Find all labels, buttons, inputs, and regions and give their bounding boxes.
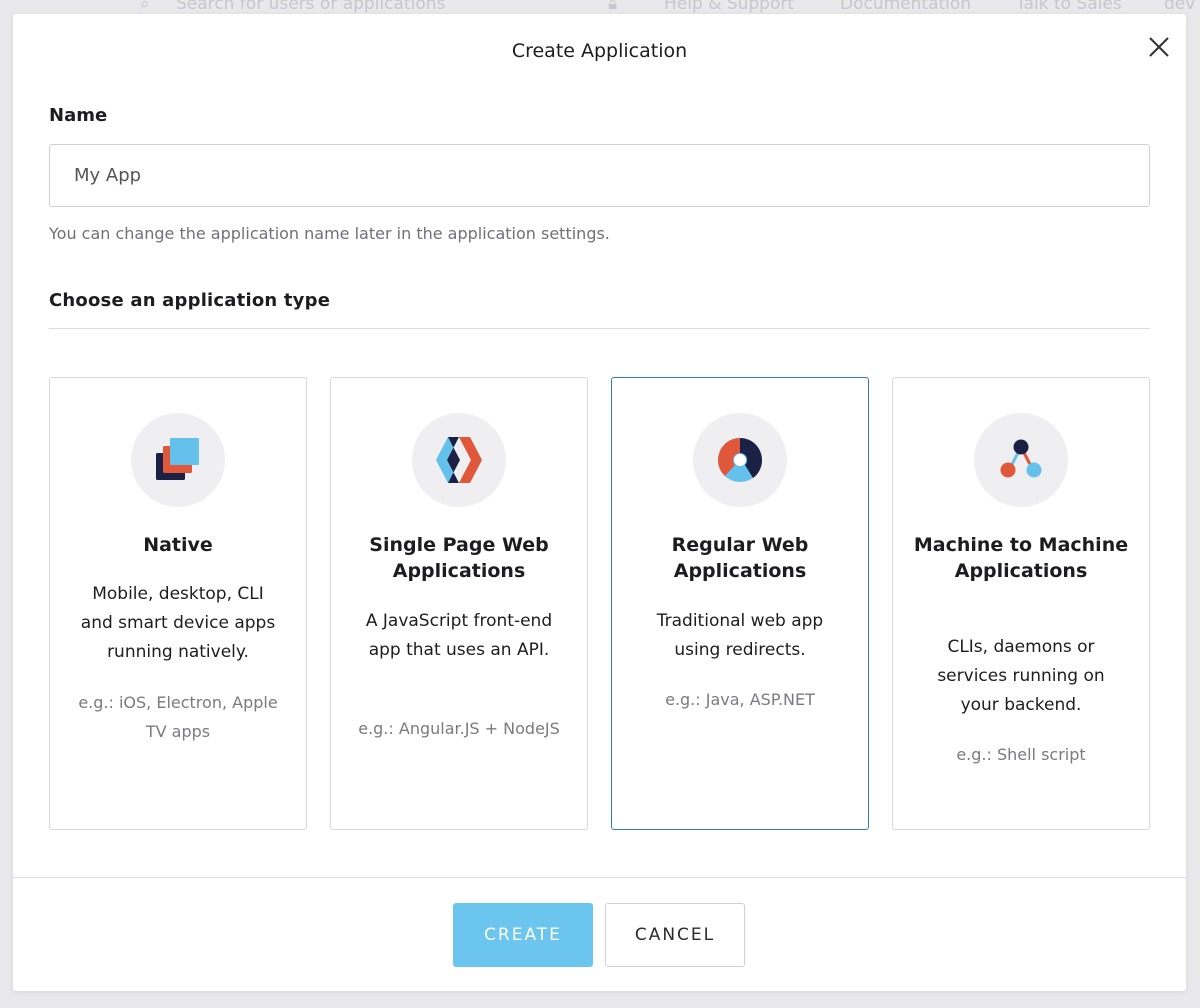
section-divider (49, 328, 1150, 329)
modal-title: Create Application (511, 40, 688, 62)
close-icon (1149, 37, 1169, 57)
background-nav-help: Help & Support (664, 0, 795, 14)
card-example: e.g.: Java, ASP.NET (665, 690, 815, 709)
regular-web-icon (718, 438, 763, 482)
card-description: CLIs, daemons or services running on you… (937, 637, 1105, 715)
regular-web-icon-badge (693, 413, 787, 507)
spa-icon-badge (412, 413, 506, 507)
card-example: e.g.: Shell script (956, 745, 1086, 764)
card-title: Single Page Web Applications (369, 534, 549, 582)
app-type-card-native[interactable]: Native Mobile, desktop, CLI and smart de… (49, 377, 307, 830)
name-help-text: You can change the application name late… (49, 224, 610, 243)
background-search-icon: ⌕ (140, 0, 150, 14)
app-type-card-regular-web[interactable]: Regular Web Applications Traditional web… (611, 377, 869, 830)
create-button[interactable]: CREATE (453, 903, 593, 967)
native-icon-badge (131, 413, 225, 507)
background-nav-docs: Documentation (840, 0, 972, 14)
card-description: Traditional web app using redirects. (656, 611, 824, 660)
application-type-heading: Choose an application type (49, 290, 331, 311)
app-type-card-spa[interactable]: Single Page Web Applications A JavaScrip… (330, 377, 588, 830)
card-title: Machine to Machine Applications (913, 534, 1129, 582)
card-example: e.g.: Angular.JS + NodeJS (358, 719, 560, 738)
cancel-button[interactable]: CANCEL (605, 903, 745, 967)
footer-divider (13, 877, 1186, 878)
native-icon (156, 438, 199, 480)
name-label: Name (49, 105, 108, 126)
m2m-icon (1000, 439, 1042, 478)
card-title: Native (143, 534, 213, 556)
background-nav-user: dev (1164, 0, 1196, 14)
card-title: Regular Web Applications (671, 534, 809, 582)
background-search-placeholder: Search for users or applications (176, 0, 446, 14)
m2m-icon-badge (974, 413, 1068, 507)
card-description: Mobile, desktop, CLI and smart device ap… (80, 584, 276, 662)
name-input[interactable] (49, 144, 1150, 207)
create-application-modal: Create Application Name You can change t… (13, 14, 1186, 991)
app-type-card-m2m[interactable]: Machine to Machine Applications CLIs, da… (892, 377, 1150, 830)
close-button[interactable] (1146, 34, 1172, 60)
card-example: e.g.: iOS, Electron, Apple TV apps (78, 693, 278, 741)
background-nav-sales: Talk to Sales (1016, 0, 1122, 14)
background-lock-icon: 🔒︎ (608, 0, 618, 14)
spa-icon (436, 437, 482, 483)
card-description: A JavaScript front-end app that uses an … (365, 611, 553, 660)
